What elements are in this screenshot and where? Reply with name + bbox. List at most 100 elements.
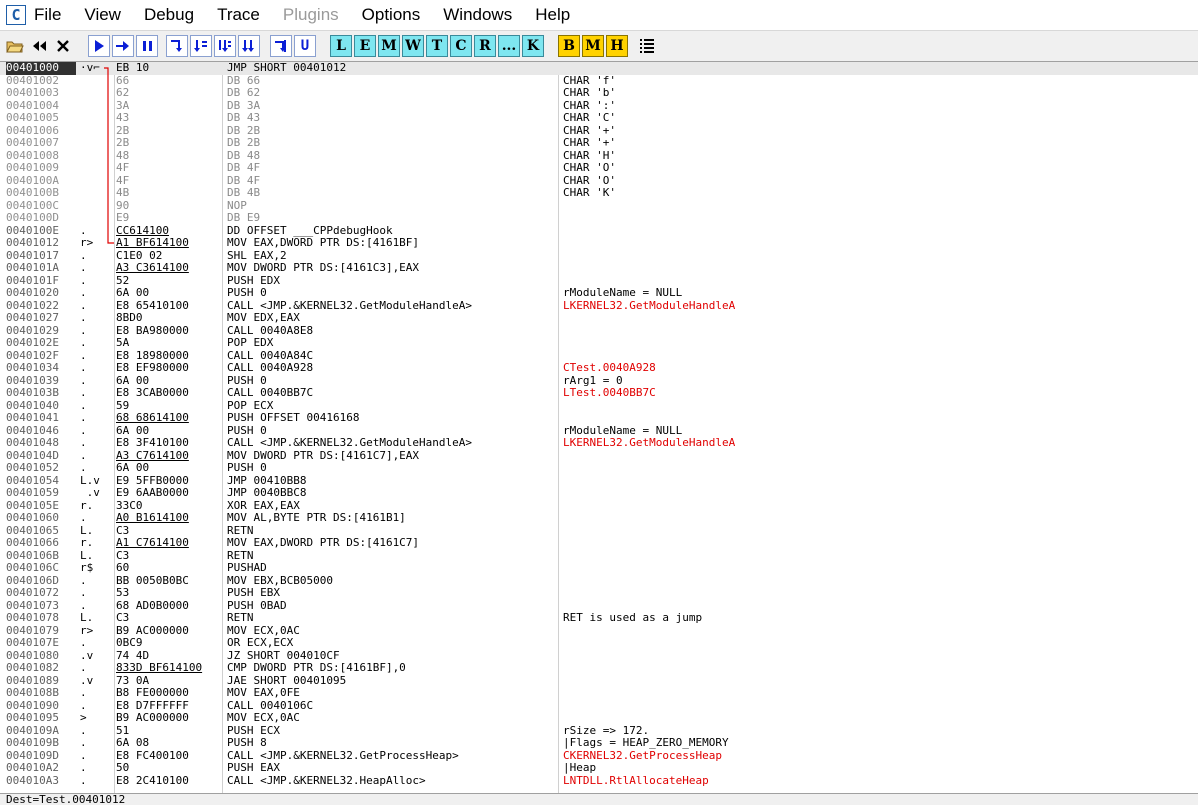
menu-debug[interactable]: Debug bbox=[144, 5, 194, 25]
disasm-row[interactable]: 0040100DE9DB E9 bbox=[0, 212, 1198, 225]
disasm-hex-bytes: A1 BF614100 bbox=[116, 237, 224, 250]
open-folder-icon[interactable] bbox=[4, 35, 26, 57]
disasm-row[interactable]: 00401020. 6A 00PUSH 0rModuleName = NULL bbox=[0, 287, 1198, 300]
disasm-row[interactable]: 0040108B. B8 FE000000MOV EAX,0FE bbox=[0, 687, 1198, 700]
disasm-row[interactable]: 0040100543DB 43CHAR 'C' bbox=[0, 112, 1198, 125]
menu-windows[interactable]: Windows bbox=[443, 5, 512, 25]
disasm-address: 0040102E bbox=[6, 337, 76, 350]
disasm-instruction: MOV EDX,EAX bbox=[227, 312, 557, 325]
disasm-row[interactable]: 0040106Cr$ 60PUSHAD bbox=[0, 562, 1198, 575]
trace-into-icon[interactable] bbox=[214, 35, 236, 57]
disasm-row[interactable]: 0040106BL. C3RETN bbox=[0, 550, 1198, 563]
disasm-row[interactable]: 0040107E. 0BC9OR ECX,ECX bbox=[0, 637, 1198, 650]
disasm-row[interactable]: 00401000·v⌐EB 10JMP SHORT 00401012 bbox=[0, 62, 1198, 75]
disasm-row[interactable]: 0040100362DB 62CHAR 'b' bbox=[0, 87, 1198, 100]
disasm-comment: CTest.0040A928 bbox=[563, 362, 1193, 375]
call-tree-window-button[interactable]: K bbox=[522, 35, 544, 57]
disasm-jump-marker: . bbox=[80, 637, 116, 650]
restart-icon[interactable] bbox=[28, 35, 50, 57]
disasm-comment: CHAR 'K' bbox=[563, 187, 1193, 200]
disassembly-pane[interactable]: 00401000·v⌐EB 10JMP SHORT 00401012 004010… bbox=[0, 62, 1198, 793]
disasm-row[interactable]: 0040106D. BB 0050B0BCMOV EBX,BCB05000 bbox=[0, 575, 1198, 588]
disasm-address: 00401059 bbox=[6, 487, 76, 500]
windows-window-button[interactable]: W bbox=[402, 35, 424, 57]
disasm-hex-bytes: E8 BA980000 bbox=[116, 325, 224, 338]
disasm-row[interactable]: 00401012r> A1 BF614100MOV EAX,DWORD PTR … bbox=[0, 237, 1198, 250]
disasm-row[interactable]: 00401095> B9 AC000000MOV ECX,0AC bbox=[0, 712, 1198, 725]
menu-help[interactable]: Help bbox=[535, 5, 570, 25]
disasm-jump-marker: L. bbox=[80, 612, 116, 625]
disasm-jump-marker: . bbox=[80, 687, 116, 700]
disasm-row[interactable]: 00401034. E8 EF980000CALL 0040A928CTest.… bbox=[0, 362, 1198, 375]
disasm-address: 00401082 bbox=[6, 662, 76, 675]
trace-over-icon[interactable] bbox=[238, 35, 260, 57]
disasm-row[interactable]: 00401041. 68 68614100PUSH OFFSET 0041616… bbox=[0, 412, 1198, 425]
disasm-row[interactable]: 0040102E. 5APOP EDX bbox=[0, 337, 1198, 350]
execute-till-user-code-button[interactable]: U bbox=[294, 35, 316, 57]
menu-plugins[interactable]: Plugins bbox=[283, 5, 339, 25]
disasm-address: 00401095 bbox=[6, 712, 76, 725]
disasm-instruction: MOV DWORD PTR DS:[4161C3],EAX bbox=[227, 262, 557, 275]
disasm-address: 00401060 bbox=[6, 512, 76, 525]
menu-trace[interactable]: Trace bbox=[217, 5, 260, 25]
hardware-breakpoints-window-button[interactable]: H bbox=[606, 35, 628, 57]
disasm-row[interactable]: 0040100B4BDB 4BCHAR 'K' bbox=[0, 187, 1198, 200]
disasm-instruction: PUSH ECX bbox=[227, 725, 557, 738]
disasm-hex-bytes: E8 EF980000 bbox=[116, 362, 224, 375]
disasm-instruction: PUSH 0 bbox=[227, 287, 557, 300]
disasm-row[interactable]: 00401079r> B9 AC000000MOV ECX,0AC bbox=[0, 625, 1198, 638]
disasm-row[interactable]: 00401052. 6A 00PUSH 0 bbox=[0, 462, 1198, 475]
memory-window-button[interactable]: M bbox=[378, 35, 400, 57]
disasm-row[interactable]: 00401072. 53PUSH EBX bbox=[0, 587, 1198, 600]
disasm-row[interactable]: 00401048. E8 3F410100CALL <JMP.&KERNEL32… bbox=[0, 437, 1198, 450]
disasm-row[interactable]: 0040109B. 6A 08PUSH 8|Flags = HEAP_ZERO_… bbox=[0, 737, 1198, 750]
run-thread-icon[interactable] bbox=[112, 35, 134, 57]
call-stack-window-button[interactable]: ... bbox=[498, 35, 520, 57]
disasm-row[interactable]: 00401059 .v E9 6AAB0000JMP 0040BBC8 bbox=[0, 487, 1198, 500]
pause-icon[interactable] bbox=[136, 35, 158, 57]
threads-window-button[interactable]: T bbox=[426, 35, 448, 57]
step-over-icon[interactable] bbox=[190, 35, 212, 57]
disasm-row[interactable]: 0040101A. A3 C3614100MOV DWORD PTR DS:[4… bbox=[0, 262, 1198, 275]
disasm-row[interactable]: 0040104D. A3 C7614100MOV DWORD PTR DS:[4… bbox=[0, 450, 1198, 463]
disasm-row[interactable]: 00401022. E8 65410100CALL <JMP.&KERNEL32… bbox=[0, 300, 1198, 313]
disasm-row[interactable]: 0040109D. E8 FC400100CALL <JMP.&KERNEL32… bbox=[0, 750, 1198, 763]
breakpoints-window-button[interactable]: B bbox=[558, 35, 580, 57]
cpu-window-button[interactable]: C bbox=[450, 35, 472, 57]
modules-window-button[interactable]: E bbox=[354, 35, 376, 57]
disasm-row[interactable]: 0040100C90NOP bbox=[0, 200, 1198, 213]
disasm-row[interactable]: 004010072BDB 2BCHAR '+' bbox=[0, 137, 1198, 150]
execute-till-return-icon[interactable] bbox=[270, 35, 292, 57]
menu-bar: C File View Debug Trace Plugins Options … bbox=[0, 0, 1198, 30]
step-into-icon[interactable] bbox=[166, 35, 188, 57]
disasm-row[interactable]: 004010A3. E8 2C410100CALL <JMP.&KERNEL32… bbox=[0, 775, 1198, 788]
disasm-jump-marker: .v bbox=[80, 487, 116, 500]
disasm-row[interactable]: 004010A2. 50PUSH EAX|Heap bbox=[0, 762, 1198, 775]
list-icon[interactable] bbox=[636, 35, 658, 57]
run-icon[interactable] bbox=[88, 35, 110, 57]
disasm-row[interactable]: 00401082. 833D BF614100CMP DWORD PTR DS:… bbox=[0, 662, 1198, 675]
disasm-instruction: MOV AL,BYTE PTR DS:[4161B1] bbox=[227, 512, 557, 525]
disasm-row[interactable]: 00401078L. C3RETNRET is used as a jump bbox=[0, 612, 1198, 625]
menu-file[interactable]: File bbox=[34, 5, 61, 25]
disasm-instruction: DB 2B bbox=[227, 137, 557, 150]
disasm-address: 0040101A bbox=[6, 262, 76, 275]
menu-view[interactable]: View bbox=[84, 5, 121, 25]
disasm-row[interactable]: 00401027. 8BD0MOV EDX,EAX bbox=[0, 312, 1198, 325]
disasm-row[interactable]: 00401029. E8 BA980000CALL 0040A8E8 bbox=[0, 325, 1198, 338]
disasm-instruction: DB 4B bbox=[227, 187, 557, 200]
disasm-row[interactable]: 00401066r. A1 C7614100MOV EAX,DWORD PTR … bbox=[0, 537, 1198, 550]
memory-breakpoints-window-button[interactable]: M bbox=[582, 35, 604, 57]
disasm-hex-bytes: 53 bbox=[116, 587, 224, 600]
patches-window-button[interactable]: R bbox=[474, 35, 496, 57]
disasm-row[interactable]: 0040103B. E8 3CAB0000CALL 0040BB7CLTest.… bbox=[0, 387, 1198, 400]
disasm-jump-marker: . bbox=[80, 462, 116, 475]
disasm-row[interactable]: 004010094FDB 4FCHAR 'O' bbox=[0, 162, 1198, 175]
menu-options[interactable]: Options bbox=[362, 5, 421, 25]
disasm-hex-bytes: 43 bbox=[116, 112, 224, 125]
log-window-button[interactable]: L bbox=[330, 35, 352, 57]
disasm-address: 0040106C bbox=[6, 562, 76, 575]
close-icon[interactable] bbox=[52, 35, 74, 57]
disasm-hex-bytes: 8BD0 bbox=[116, 312, 224, 325]
disasm-row[interactable]: 00401060. A0 B1614100MOV AL,BYTE PTR DS:… bbox=[0, 512, 1198, 525]
